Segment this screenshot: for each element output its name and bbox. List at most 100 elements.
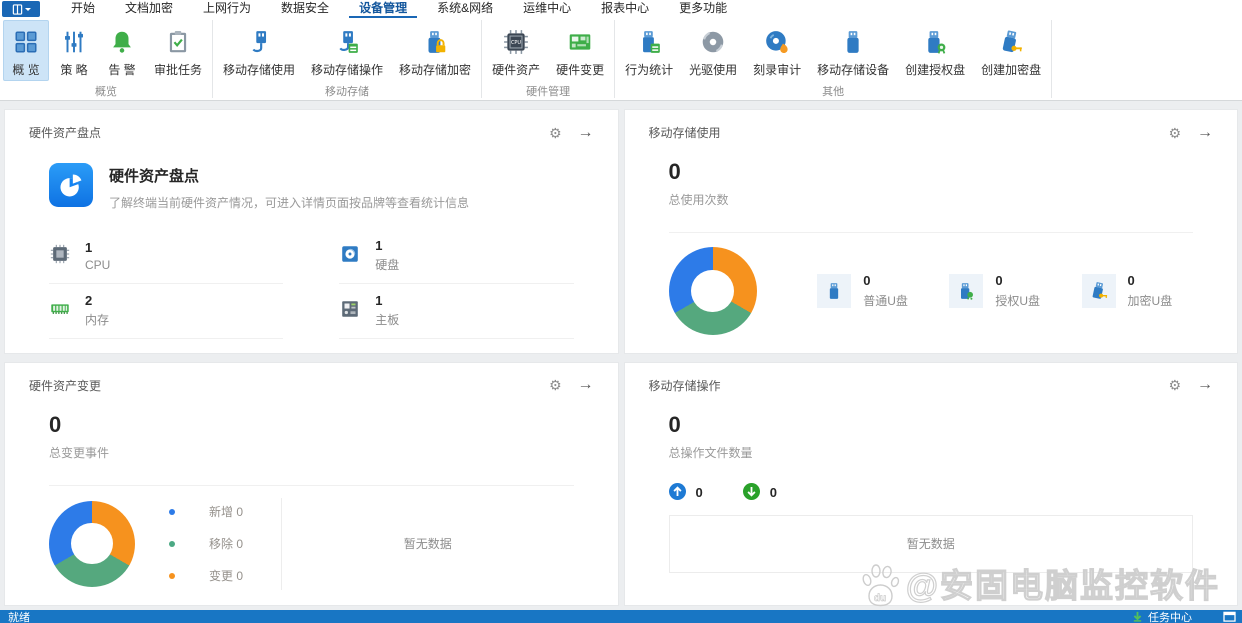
ribbon-group-removable-storage: 移动存储使用 移动存储操作 移动存储加密 移动存储 <box>213 18 481 100</box>
total-value: 0 <box>49 411 62 437</box>
ribbon-item-overview[interactable]: 概 览 <box>3 20 49 81</box>
tab-web-behavior[interactable]: 上网行为 <box>193 0 261 18</box>
stat-label: 主板 <box>375 313 400 327</box>
arrow-right-icon[interactable]: → <box>1197 377 1213 393</box>
usb-encrypted-icon <box>1081 274 1116 308</box>
tab-report-center[interactable]: 报表中心 <box>591 0 659 18</box>
feature-description: 了解终端当前硬件资产情况，可进入详情页面按品牌等查看统计信息 <box>109 196 470 210</box>
ribbon-item-hardware-changes[interactable]: 硬件变更 <box>549 20 611 81</box>
ribbon-group-hardware: CPU 硬件资产 硬件变更 硬件管理 <box>482 18 614 100</box>
legend-label: 变更 <box>209 569 234 583</box>
ribbon-item-label: 审批任务 <box>154 63 203 77</box>
stat-label: 加密U盘 <box>1127 294 1173 308</box>
tab-ops-center[interactable]: 运维中心 <box>513 0 581 18</box>
usb-calendar-icon <box>332 26 362 58</box>
ribbon-item-label: 光驱使用 <box>689 63 738 77</box>
ribbon-item-create-encrypted-disk[interactable]: 创建加密盘 <box>974 20 1048 81</box>
feature-title: 硬件资产盘点 <box>109 168 200 185</box>
menu-bar: 开始 文档加密 上网行为 数据安全 设备管理 系统&网络 运维中心 报表中心 更… <box>0 0 1242 18</box>
ribbon-item-label: 移动存储操作 <box>311 63 384 77</box>
gear-icon[interactable]: ⚙ <box>549 378 562 392</box>
legend-item-removed: 移除 0 <box>169 535 243 552</box>
tab-doc-encrypt[interactable]: 文档加密 <box>115 0 183 18</box>
download-arrow-icon <box>1133 611 1142 622</box>
stat-value: 2 <box>85 293 93 308</box>
ribbon-item-storage-operations[interactable]: 移动存储操作 <box>304 20 390 81</box>
disc-burn-icon <box>762 26 792 58</box>
ribbon-item-create-authorized-disk[interactable]: 创建授权盘 <box>898 20 972 81</box>
ribbon-item-label: 创建加密盘 <box>981 63 1042 77</box>
tab-device-management[interactable]: 设备管理 <box>349 0 418 18</box>
app-menu-button[interactable] <box>2 1 40 17</box>
arrow-right-icon[interactable]: → <box>578 377 594 393</box>
change-donut-chart <box>49 500 135 587</box>
bell-icon <box>107 26 137 58</box>
tab-home[interactable]: 开始 <box>61 0 105 18</box>
stat-value: 0 <box>1127 273 1135 288</box>
total-value: 0 <box>668 159 681 184</box>
svg-text:CPU: CPU <box>511 40 521 46</box>
stat-encrypted-usb: 0 加密U盘 <box>1081 273 1173 309</box>
ribbon-item-label: 移动存储加密 <box>399 63 472 77</box>
upload-count: 0 <box>695 485 703 500</box>
ribbon-item-storage-encryption[interactable]: 移动存储加密 <box>392 20 478 81</box>
circuit-board-icon <box>565 26 595 58</box>
tab-data-security[interactable]: 数据安全 <box>271 0 339 18</box>
card-title: 硬件资产变更 <box>29 378 102 393</box>
empty-state-text: 暂无数据 <box>403 537 452 551</box>
stat-value: 1 <box>375 293 383 308</box>
disc-icon <box>698 26 728 58</box>
empty-state-text: 暂无数据 <box>906 537 955 551</box>
stat-motherboard: 1 主板 <box>339 284 574 339</box>
ribbon-item-label: 移动存储设备 <box>817 63 890 77</box>
ribbon-group-other: 行为统计 光驱使用 刻录审计 移动存储设备 创建授权盘 创建加密盘 其他 <box>615 18 1051 100</box>
cpu-icon <box>49 243 71 268</box>
download-count-group: 0 <box>742 482 777 503</box>
ribbon-item-hardware-assets[interactable]: CPU 硬件资产 <box>485 20 547 81</box>
card-title: 移动存储操作 <box>648 378 721 393</box>
tab-system-network[interactable]: 系统&网络 <box>427 0 503 18</box>
gear-icon[interactable]: ⚙ <box>549 126 562 140</box>
gear-icon[interactable]: ⚙ <box>1168 126 1181 140</box>
ribbon-item-behavior-stats[interactable]: 行为统计 <box>618 20 680 81</box>
ribbon-item-label: 移动存储使用 <box>223 63 296 77</box>
usb-lock-icon <box>420 26 450 58</box>
ribbon-group-label: 移动存储 <box>325 86 370 98</box>
usb-badge-icon <box>920 26 950 58</box>
arrow-right-icon[interactable]: → <box>1197 124 1213 141</box>
ribbon-item-approval-tasks[interactable]: 审批任务 <box>147 20 209 81</box>
legend-item-added: 新增 0 <box>169 503 243 520</box>
arrow-right-icon[interactable]: → <box>578 124 594 141</box>
stat-label: 普通U盘 <box>863 294 908 308</box>
total-label: 总操作文件数量 <box>668 445 753 460</box>
gear-icon[interactable]: ⚙ <box>1168 378 1181 392</box>
stat-value: 0 <box>863 273 871 288</box>
ribbon-group-label: 其他 <box>822 86 845 98</box>
status-bar: 就绪 任务中心 <box>0 610 1242 623</box>
motherboard-icon <box>339 298 361 323</box>
legend-dot <box>169 540 175 547</box>
window-restore-icon[interactable] <box>1223 611 1236 622</box>
ribbon-item-label: 刻录审计 <box>753 63 802 77</box>
legend-dot <box>169 572 175 579</box>
clipboard-check-icon <box>163 26 193 58</box>
legend-value: 0 <box>236 505 244 519</box>
ribbon-item-storage-devices[interactable]: 移动存储设备 <box>810 20 896 81</box>
task-center-button[interactable]: 任务中心 <box>1132 609 1192 623</box>
stat-ram: 2 内存 <box>49 284 284 339</box>
ribbon-item-label: 概 览 <box>12 63 40 77</box>
tab-more-features[interactable]: 更多功能 <box>669 0 737 18</box>
ribbon-item-policy[interactable]: 策 略 <box>51 20 97 81</box>
ribbon-item-storage-usage[interactable]: 移动存储使用 <box>216 20 302 81</box>
divider <box>668 232 1193 233</box>
card-hardware-change: 硬件资产变更 ⚙ → 0 总变更事件 新增 0 移除 0 变更 0 暂无数据 <box>4 361 619 606</box>
legend-label: 新增 <box>209 505 234 519</box>
ribbon-item-burn-audit[interactable]: 刻录审计 <box>746 20 808 81</box>
hard-disk-icon <box>339 243 361 268</box>
total-label: 总变更事件 <box>49 445 110 460</box>
ribbon-item-alerts[interactable]: 告 警 <box>99 20 145 81</box>
ribbon-item-label: 策 略 <box>60 63 88 77</box>
ribbon-item-optical-drive-usage[interactable]: 光驱使用 <box>682 20 744 81</box>
stat-value: 1 <box>375 238 383 253</box>
stat-label: CPU <box>85 257 111 272</box>
